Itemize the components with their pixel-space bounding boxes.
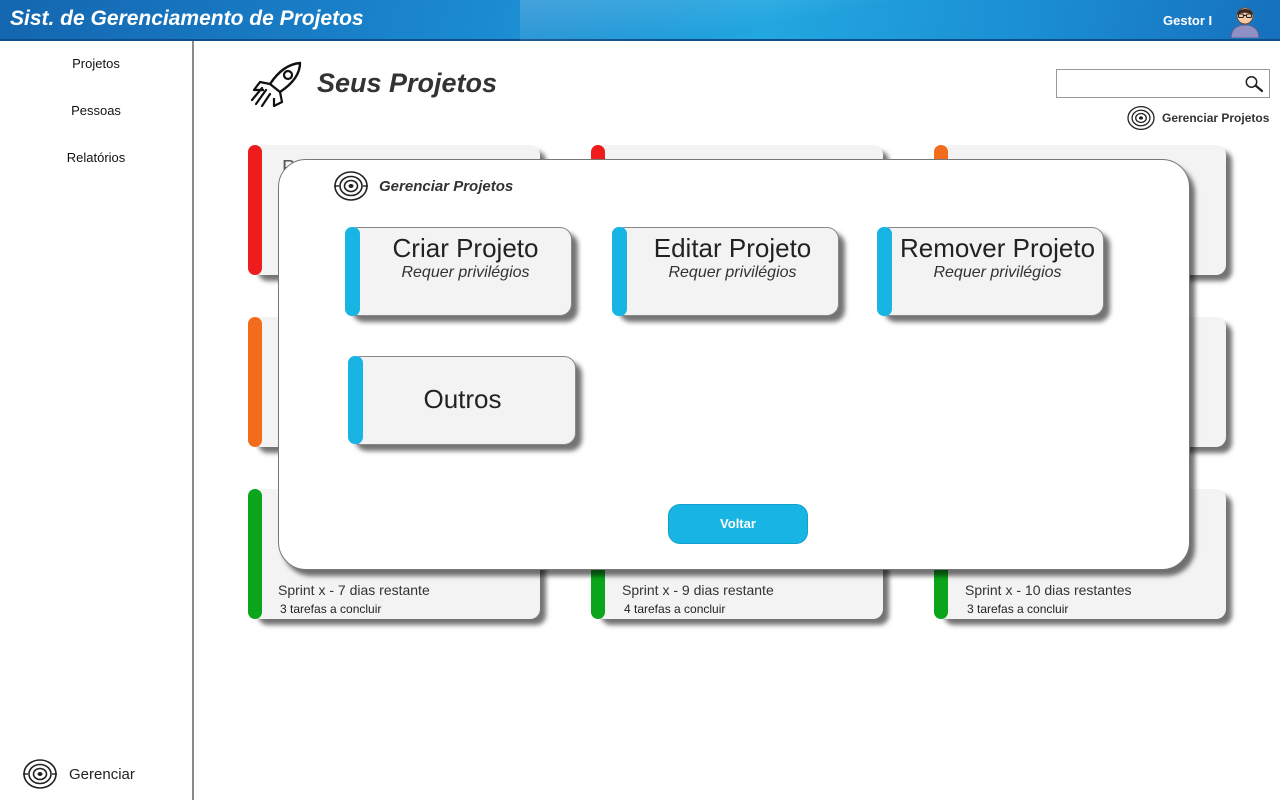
others-button[interactable]: Outros — [348, 356, 576, 445]
search-box — [1056, 69, 1270, 98]
rocket-icon — [250, 61, 302, 108]
priority-stripe — [248, 145, 262, 275]
action-accent-stripe — [345, 227, 360, 316]
action-label: Criar Projeto — [392, 233, 539, 263]
manage-projects-modal: Gerenciar Projetos Criar Projeto Requer … — [278, 159, 1190, 570]
modal-title: Gerenciar Projetos — [379, 177, 514, 195]
action-label: Editar Projeto — [653, 233, 812, 263]
priority-stripe — [248, 489, 262, 619]
target-icon — [1127, 105, 1155, 131]
app-title: Sist. de Gerenciamento de Projetos — [10, 7, 364, 30]
create-project-button[interactable]: Criar Projeto Requer privilégios — [345, 227, 572, 316]
action-sublabel: Requer privilégios — [401, 264, 530, 281]
tasks-remaining: 3 tarefas a concluir — [967, 602, 1069, 616]
tasks-remaining: 4 tarefas a concluir — [624, 602, 726, 616]
remove-project-button[interactable]: Remover Projeto Requer privilégios — [877, 227, 1104, 316]
tasks-remaining: 3 tarefas a concluir — [280, 602, 382, 616]
sprint-status: Sprint x - 7 dias restante — [278, 582, 430, 598]
sidebar: Projetos Pessoas Relatórios Gerenciar — [0, 41, 194, 800]
manage-projects-label: Gerenciar Projetos — [1162, 111, 1270, 125]
magnifier-icon[interactable] — [1244, 75, 1264, 93]
sidebar-item-relatorios[interactable]: Relatórios — [0, 150, 192, 165]
action-sublabel: Requer privilégios — [933, 264, 1062, 281]
manage-projects-link[interactable]: Gerenciar Projetos — [1126, 105, 1269, 131]
priority-stripe — [248, 317, 262, 447]
sprint-status: Sprint x - 10 dias restantes — [965, 582, 1132, 598]
sprint-status: Sprint x - 9 dias restante — [622, 582, 774, 598]
target-icon — [334, 171, 368, 201]
edit-project-button[interactable]: Editar Projeto Requer privilégios — [612, 227, 839, 316]
sidebar-item-projetos[interactable]: Projetos — [0, 56, 192, 71]
back-button[interactable]: Voltar — [668, 504, 808, 544]
sidebar-manage-label: Gerenciar — [69, 765, 135, 783]
top-bar: Sist. de Gerenciamento de Projetos Gesto… — [0, 0, 1280, 41]
modal-header: Gerenciar Projetos — [333, 170, 513, 202]
target-icon — [23, 759, 57, 789]
action-label: Outros — [423, 384, 502, 414]
sidebar-item-pessoas[interactable]: Pessoas — [0, 103, 192, 118]
person-avatar-icon[interactable] — [1228, 4, 1262, 38]
sidebar-manage-link[interactable]: Gerenciar — [22, 758, 135, 790]
action-label: Remover Projeto — [899, 233, 1096, 263]
user-name[interactable]: Gestor I — [1163, 13, 1212, 28]
action-accent-stripe — [877, 227, 892, 316]
search-input[interactable] — [1057, 70, 1237, 97]
page-title: Seus Projetos — [317, 68, 498, 98]
action-sublabel: Requer privilégios — [668, 264, 797, 281]
action-accent-stripe — [612, 227, 627, 316]
